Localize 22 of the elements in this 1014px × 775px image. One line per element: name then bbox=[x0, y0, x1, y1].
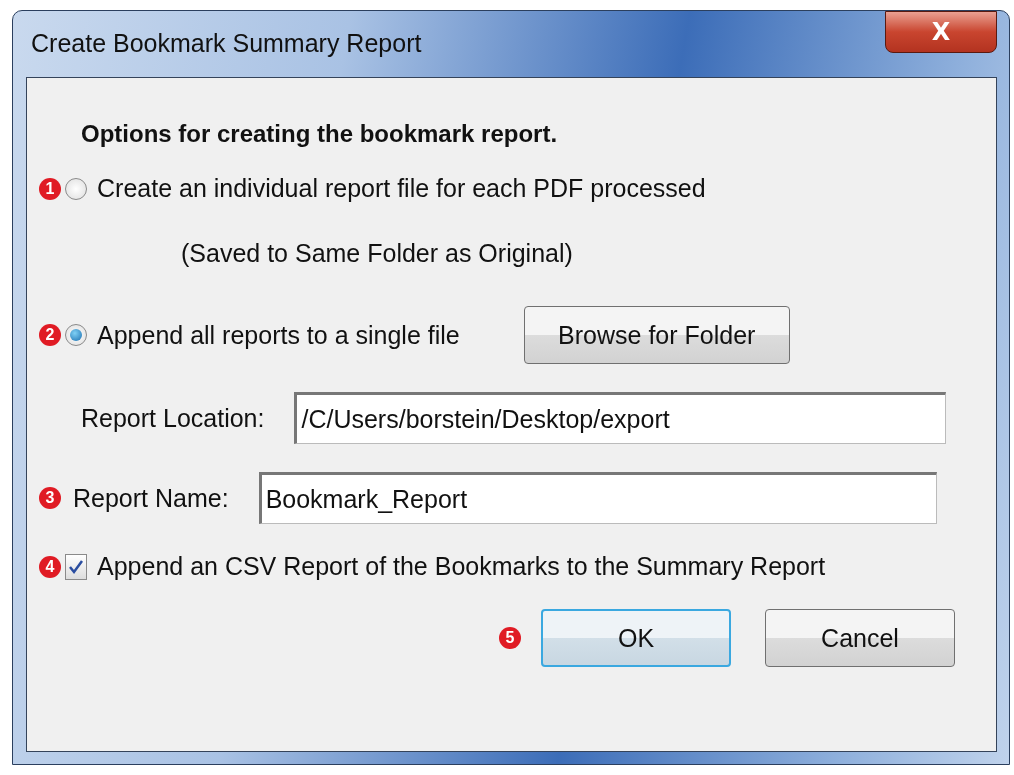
radio-label[interactable]: Append all reports to a single file bbox=[97, 320, 460, 350]
number-badge: 1 bbox=[39, 177, 61, 200]
option-note: (Saved to Same Folder as Original) bbox=[181, 239, 574, 268]
number-badge: 3 bbox=[39, 487, 61, 509]
name-field[interactable]: Bookmark_Report bbox=[258, 472, 937, 524]
number-badge: 5 bbox=[499, 627, 521, 649]
ok-button[interactable]: OK bbox=[541, 609, 731, 667]
radio-button[interactable] bbox=[65, 324, 87, 346]
cancel-button[interactable]: Cancel bbox=[765, 609, 955, 667]
radio-label[interactable]: Create an individual report file for each PDF processed bbox=[97, 174, 706, 203]
number-badge: 4 bbox=[39, 555, 61, 578]
checkbox[interactable] bbox=[65, 553, 87, 580]
checkbox-label[interactable]: Append an CSV Report of the Bookmarks to the Summary Report bbox=[97, 552, 826, 581]
number-badge: 2 bbox=[39, 324, 61, 346]
browse-button[interactable]: Browse for Folder bbox=[523, 306, 790, 364]
radio-button[interactable] bbox=[65, 177, 87, 200]
location-field[interactable]: /C/Users/borstein/Desktop/export bbox=[294, 392, 947, 444]
field-label: Report Location: bbox=[81, 403, 265, 433]
window-title: Create Bookmark Summary Report bbox=[31, 29, 422, 58]
close-button[interactable]: X bbox=[885, 11, 997, 53]
section-heading: Options for creating the bookmark report. bbox=[81, 120, 559, 148]
field-label: Report Name: bbox=[73, 483, 229, 513]
